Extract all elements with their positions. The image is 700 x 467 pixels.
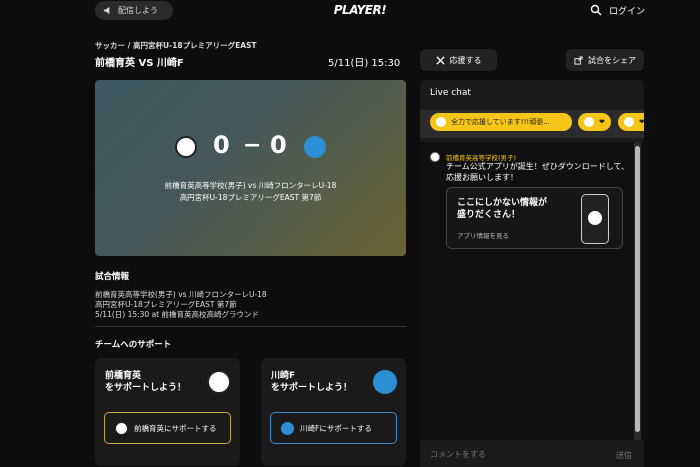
avatar — [430, 152, 440, 162]
app-promo-title-line: 盛りだくさん！ — [457, 210, 521, 220]
scrollbar-thumb[interactable] — [635, 146, 640, 432]
home-team-icon — [115, 421, 128, 435]
player-logo[interactable]: PLAYER! — [330, 3, 390, 17]
pinned-cheers: 全力で応援しています!!!頑張... ❤ ❤ — [420, 110, 644, 138]
support-team-name: 川崎F — [271, 371, 296, 381]
live-chat-header: Live chat — [430, 88, 471, 98]
support-home-button[interactable]: 前橋育英にサポートする — [104, 412, 231, 444]
megaphone-icon — [103, 6, 110, 15]
home-team-logo — [175, 136, 197, 158]
cheer-label: 応援する — [449, 55, 482, 65]
share-match-button[interactable]: 試合をシェア — [566, 49, 644, 71]
user-avatar-icon — [624, 117, 634, 127]
support-card-home: 前橋育英 をサポートしよう！ 前橋育英にサポートする — [95, 358, 240, 466]
search-icon[interactable] — [590, 4, 602, 16]
away-team-icon — [281, 421, 294, 435]
app-promo-title: ここにしかない情報が 盛りだくさん！ — [457, 197, 547, 221]
away-team-logo — [373, 370, 397, 394]
top-bar: 配信しよう PLAYER! ログイン — [0, 0, 700, 22]
home-team-logo — [207, 370, 231, 394]
hero-teams: 前橋育英高等学校(男子) vs 川崎フロンターレU-18 — [164, 181, 337, 190]
x-logo-icon — [435, 55, 445, 65]
cheer-pill-text: 全力で応援しています!!!頑張... — [451, 118, 550, 126]
hero-league: 高円宮杯U-18プレミアリーグEAST 第7節 — [179, 193, 322, 202]
cheer-pill[interactable]: ❤ — [578, 113, 611, 131]
chat-scrollbar[interactable] — [634, 142, 641, 440]
info-venue: 5/11(日) 15:30 at 前橋育英高校高崎グラウンド — [95, 310, 259, 319]
user-avatar-icon — [436, 117, 446, 127]
team-logo-icon — [588, 211, 602, 225]
app-promo-title-line: ここにしかない情報が — [457, 198, 548, 208]
support-call: をサポートしよう！ — [271, 383, 353, 393]
match-title: 前橋育英 VS 川崎F — [95, 58, 184, 69]
support-card-title: 川崎F をサポートしよう！ — [271, 370, 352, 394]
away-score: 0 — [270, 131, 287, 159]
away-team-logo — [304, 136, 326, 158]
chat-messages: 前橋育英高等学校(男子) チーム公式アプリが誕生！ぜひダウンロードして、応援お願… — [420, 142, 644, 440]
support-call: をサポートしよう！ — [105, 383, 187, 393]
send-button[interactable]: 送信 — [616, 450, 632, 461]
cheer-on-x-button[interactable]: 応援する — [420, 49, 497, 71]
support-away-button[interactable]: 川崎Fにサポートする — [270, 412, 397, 444]
support-card-away: 川崎F をサポートしよう！ 川崎Fにサポートする — [261, 358, 406, 466]
app-promo-card[interactable]: ここにしかない情報が 盛りだくさん！ アプリ情報を見る — [446, 187, 623, 249]
heart-icon: ❤ — [599, 118, 605, 126]
message-text: チーム公式アプリが誕生！ぜひダウンロードして、応援お願いします！ — [446, 162, 630, 182]
support-card-title: 前橋育英 をサポートしよう！ — [105, 370, 186, 394]
heart-icon: ❤ — [639, 118, 644, 126]
match-date: 5/11(日) 15:30 — [328, 58, 401, 69]
chat-input-bar: 送信 — [420, 442, 644, 467]
team-support-heading: チームへのサポート — [95, 340, 172, 350]
cheer-pill[interactable]: ❤ — [618, 113, 644, 131]
phone-illustration-icon — [581, 194, 609, 244]
live-chat-panel: Live chat 全力で応援しています!!!頑張... ❤ ❤ 前橋育英高等学… — [420, 80, 644, 467]
cheer-pill[interactable]: 全力で応援しています!!!頑張... — [430, 113, 572, 131]
support-team-name: 前橋育英 — [105, 371, 142, 381]
share-label: 試合をシェア — [588, 55, 636, 65]
support-button-label: 前橋育英にサポートする — [134, 423, 217, 433]
score-separator: − — [243, 133, 262, 158]
user-avatar-icon — [584, 117, 594, 127]
support-button-label: 川崎Fにサポートする — [300, 423, 372, 433]
match-hero: 0 − 0 前橋育英高等学校(男子) vs 川崎フロンターレU-18 高円宮杯U… — [95, 80, 406, 256]
breadcrumb[interactable]: サッカー / 高円宮杯U-18プレミアリーグEAST — [95, 40, 257, 51]
home-score: 0 — [213, 131, 230, 159]
match-info-heading: 試合情報 — [95, 272, 130, 282]
divider — [95, 326, 406, 327]
start-streaming-button[interactable]: 配信しよう — [95, 1, 173, 20]
comment-input[interactable] — [430, 450, 580, 459]
app-info-link[interactable]: アプリ情報を見る — [457, 230, 509, 240]
login-link[interactable]: ログイン — [609, 4, 645, 17]
start-streaming-label: 配信しよう — [118, 6, 158, 15]
share-icon — [574, 55, 583, 65]
